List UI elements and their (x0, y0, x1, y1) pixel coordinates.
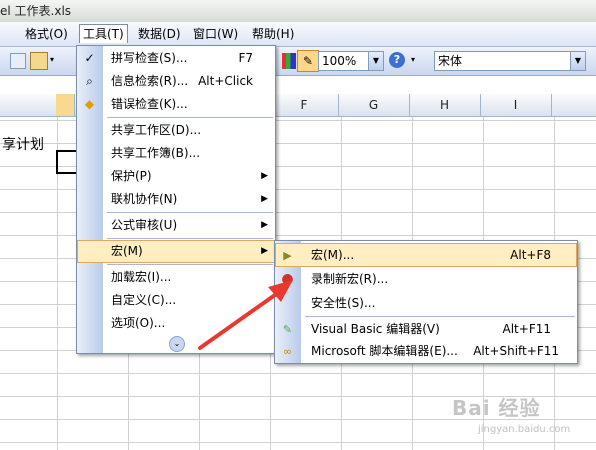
watermark-url: jingyan.baidu.com (478, 424, 571, 435)
annotation-arrow (198, 280, 293, 350)
watermark-logo: Bai 经验 (452, 396, 541, 420)
